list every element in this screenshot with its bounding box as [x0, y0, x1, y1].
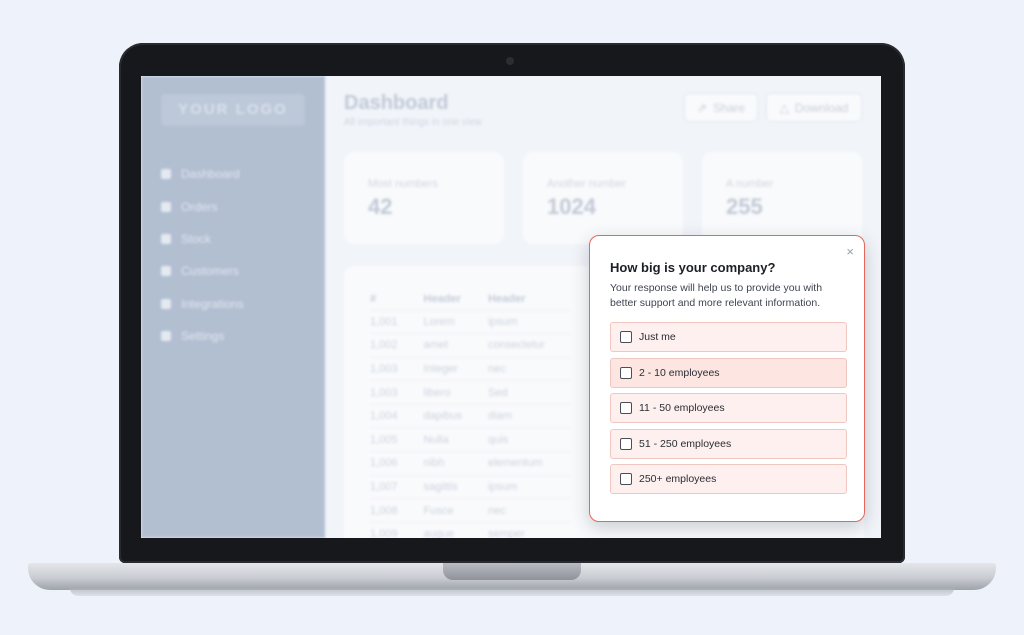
- option-checkbox[interactable]: [620, 331, 632, 343]
- network-icon: [161, 298, 171, 309]
- stat-card: A number 255: [702, 152, 862, 244]
- option-checkbox[interactable]: [620, 366, 632, 379]
- sidebar-item-integrations[interactable]: Integrations: [161, 288, 244, 320]
- laptop-screen: YOUR LOGO Dashboard Orders Stock Custome…: [141, 76, 881, 538]
- survey-option[interactable]: 250+ employees: [610, 464, 847, 494]
- download-icon: △: [779, 100, 789, 115]
- option-checkbox[interactable]: [620, 437, 632, 450]
- survey-question: How big is your company?: [610, 260, 776, 275]
- chart-icon: [161, 169, 171, 180]
- data-table: # Header Header 1,001 Lorem ipsum 1,002 amet…: [370, 288, 571, 538]
- table-row: 1,007 sagittis ipsum: [370, 474, 571, 499]
- laptop-base-shadow: [70, 588, 954, 596]
- share-button[interactable]: ⇗ Share: [684, 93, 758, 122]
- table-row: 1,002 amet consectetur: [370, 333, 571, 358]
- share-icon: ⇗: [696, 100, 708, 115]
- sidebar-item-stock[interactable]: Stock: [161, 223, 244, 255]
- logo: YOUR LOGO: [161, 94, 305, 126]
- sidebar-item-orders[interactable]: Orders: [161, 190, 244, 222]
- option-checkbox[interactable]: [620, 473, 632, 485]
- laptop-notch: [443, 563, 581, 580]
- survey-option[interactable]: Just me: [610, 322, 847, 352]
- sidebar: YOUR LOGO Dashboard Orders Stock Custome…: [141, 76, 325, 538]
- option-label: 11 - 50 employees: [639, 402, 725, 414]
- survey-options: Just me 2 - 10 employees 11 - 50 employees…: [610, 322, 847, 500]
- download-button[interactable]: △ Download: [766, 93, 862, 122]
- camera-dot: [506, 57, 514, 65]
- file-icon: [161, 201, 171, 212]
- sidebar-nav: Dashboard Orders Stock Customers Integra…: [161, 158, 244, 352]
- survey-description: Your response will help us to provide yo…: [610, 282, 823, 309]
- option-checkbox[interactable]: [620, 402, 632, 414]
- close-icon[interactable]: ×: [846, 245, 854, 258]
- table-header-row: # Header Header: [370, 292, 526, 305]
- survey-option[interactable]: 51 - 250 employees: [610, 428, 847, 459]
- survey-option[interactable]: 11 - 50 employees: [610, 393, 847, 423]
- table-row: 1,003 libero Sed: [370, 380, 571, 405]
- users-icon: [161, 266, 171, 277]
- sidebar-item-settings[interactable]: Settings: [161, 320, 244, 352]
- option-label: Just me: [639, 331, 676, 343]
- table-row: 1,008 Fusce nec: [370, 498, 571, 523]
- page-subtitle: All important things in one view: [344, 117, 482, 128]
- stat-card: Most numbers 42: [344, 152, 504, 244]
- survey-popup: × How big is your company? Your response…: [589, 235, 865, 522]
- table-row: 1,001 Lorem ipsum: [370, 309, 571, 334]
- gear-icon: [161, 331, 171, 342]
- option-label: 2 - 10 employees: [639, 366, 720, 379]
- table-row: 1,005 Nulla quis: [370, 427, 571, 452]
- page-title: Dashboard: [344, 92, 449, 114]
- sidebar-item-customers[interactable]: Customers: [161, 255, 244, 287]
- table-row: 1,004 dapibus diam: [370, 403, 571, 428]
- stat-card: Another number 1024: [523, 152, 683, 244]
- table-row: 1,003 Integer nec: [370, 356, 571, 381]
- option-label: 250+ employees: [639, 473, 717, 485]
- survey-option[interactable]: 2 - 10 employees: [610, 357, 847, 388]
- box-icon: [161, 233, 171, 244]
- table-row: 1,006 nibh elementum: [370, 451, 571, 476]
- option-label: 51 - 250 employees: [639, 437, 732, 450]
- sidebar-item-dashboard[interactable]: Dashboard: [161, 158, 244, 190]
- table-row: 1,009 augue semper: [370, 521, 571, 538]
